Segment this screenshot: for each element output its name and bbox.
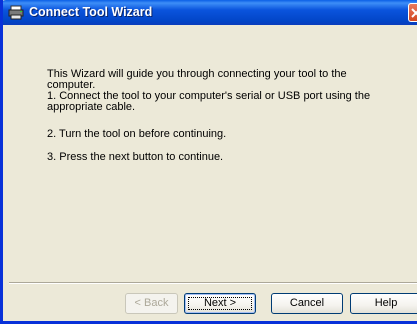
step-2-text: 2. Turn the tool on before continuing. [47,128,227,140]
button-separator [9,282,417,284]
help-button[interactable]: Help [350,293,417,314]
help-button-label: Help [374,297,398,309]
title-bar[interactable]: Connect Tool Wizard [3,0,417,25]
step-1-text: 1. Connect the tool to your computer's s… [47,90,371,113]
close-icon [411,8,417,18]
printer-icon [8,5,24,20]
cancel-button[interactable]: Cancel [271,293,343,314]
back-button[interactable]: < Back [125,293,178,314]
window-title: Connect Tool Wizard [29,5,153,19]
wizard-window: Connect Tool Wizard This Wizard will gui… [0,0,417,324]
wizard-content: This Wizard will guide you through conne… [3,25,417,321]
step-3-text: 3. Press the next button to continue. [47,151,224,163]
next-button-label: Next > [203,297,237,309]
next-button[interactable]: Next > [184,293,256,314]
close-button[interactable] [408,3,417,22]
cancel-button-label: Cancel [289,297,325,309]
intro-text: This Wizard will guide you through conne… [47,68,347,91]
back-button-label: < Back [134,297,169,309]
